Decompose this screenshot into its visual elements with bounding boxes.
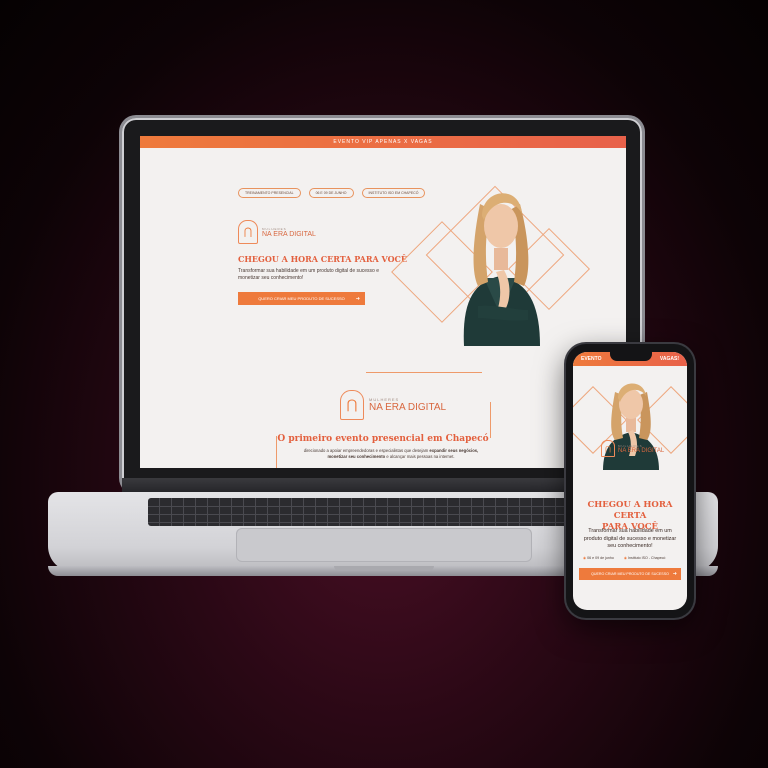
phone-cta-label: QUERO CRIAR MEU PRODUTO DE SUCESSO	[591, 572, 669, 576]
event-title: O primeiro evento presencial em Chapecó	[277, 434, 489, 444]
phone-event-info: 06 e 09 de junho Instituto ISO - Chapecó	[583, 556, 665, 560]
arrow-right-icon: ➜	[672, 571, 677, 577]
laptop-notch	[334, 566, 434, 571]
event-pills: TREINAMENTO PRESENCIAL 06 E 09 DE JUNHO …	[238, 188, 426, 198]
arch-logo-icon: ⋂	[601, 440, 615, 457]
phone-logo-text: NA ERA DIGITAL	[618, 447, 665, 454]
laptop-keyboard	[148, 498, 618, 526]
laptop-screen: EVENTO VIP APENAS X VAGAS TREINAMENTO PR…	[140, 136, 626, 468]
arch-logo-icon: ⋂	[238, 220, 258, 244]
hero-subtext: Transformar sua habilidade em um produto…	[238, 268, 380, 281]
phone-top-right: VAGAS!	[659, 356, 679, 362]
phone-headline-line1: CHEGOU A HORA CERTA	[587, 500, 673, 521]
phone-logo: ⋂ MULHERES NA ERA DIGITAL	[601, 440, 664, 457]
phone-subtext: Transformar sua habilidade em um produto…	[583, 528, 677, 550]
event-description: direcionado a apoiar empreendedoras e es…	[296, 448, 486, 460]
event-desc-part-c: e alcançar mais pessoas na internet.	[385, 454, 455, 459]
phone-cta-button[interactable]: QUERO CRIAR MEU PRODUTO DE SUCESSO ➜	[579, 568, 681, 580]
cta-label: QUERO CRIAR MEU PRODUTO DE SUCESSO	[258, 296, 345, 301]
phone-notch	[610, 352, 652, 361]
laptop-trackpad	[236, 528, 532, 562]
section-divider	[366, 372, 482, 373]
hero-portrait	[463, 193, 540, 346]
announcement-bar: EVENTO VIP APENAS X VAGAS	[140, 136, 626, 148]
cta-button[interactable]: QUERO CRIAR MEU PRODUTO DE SUCESSO ➜	[238, 292, 365, 305]
phone-info-place: Instituto ISO - Chapecó	[624, 556, 665, 560]
hero-headline: CHEGOU A HORA CERTA PARA VOCÊ	[238, 254, 408, 264]
phone-top-left: EVENTO	[581, 356, 602, 362]
pill-training: TREINAMENTO PRESENCIAL	[238, 188, 301, 198]
event-logo: ⋂ MULHERES NA ERA DIGITAL	[340, 390, 446, 420]
brand-logo: ⋂ MULHERES NA ERA DIGITAL	[238, 220, 316, 244]
decor-vline-right	[490, 402, 491, 438]
event-logo-text: NA ERA DIGITAL	[369, 402, 447, 413]
arrow-right-icon: ➜	[355, 295, 360, 302]
event-desc-part-a: direcionado a apoiar empreendedoras e es…	[303, 448, 430, 453]
phone-info-date: 06 e 09 de junho	[583, 556, 614, 560]
arch-logo-icon: ⋂	[340, 390, 364, 420]
pill-location: INSTITUTO ISO EM CHAPECÓ	[361, 188, 426, 198]
phone-screen: EVENTO VAGAS! ⋂ MULHERES NA ERA DIGITAL …	[573, 352, 687, 610]
logo-text: NA ERA DIGITAL	[262, 230, 316, 238]
pill-date: 06 E 09 DE JUNHO	[308, 188, 354, 198]
